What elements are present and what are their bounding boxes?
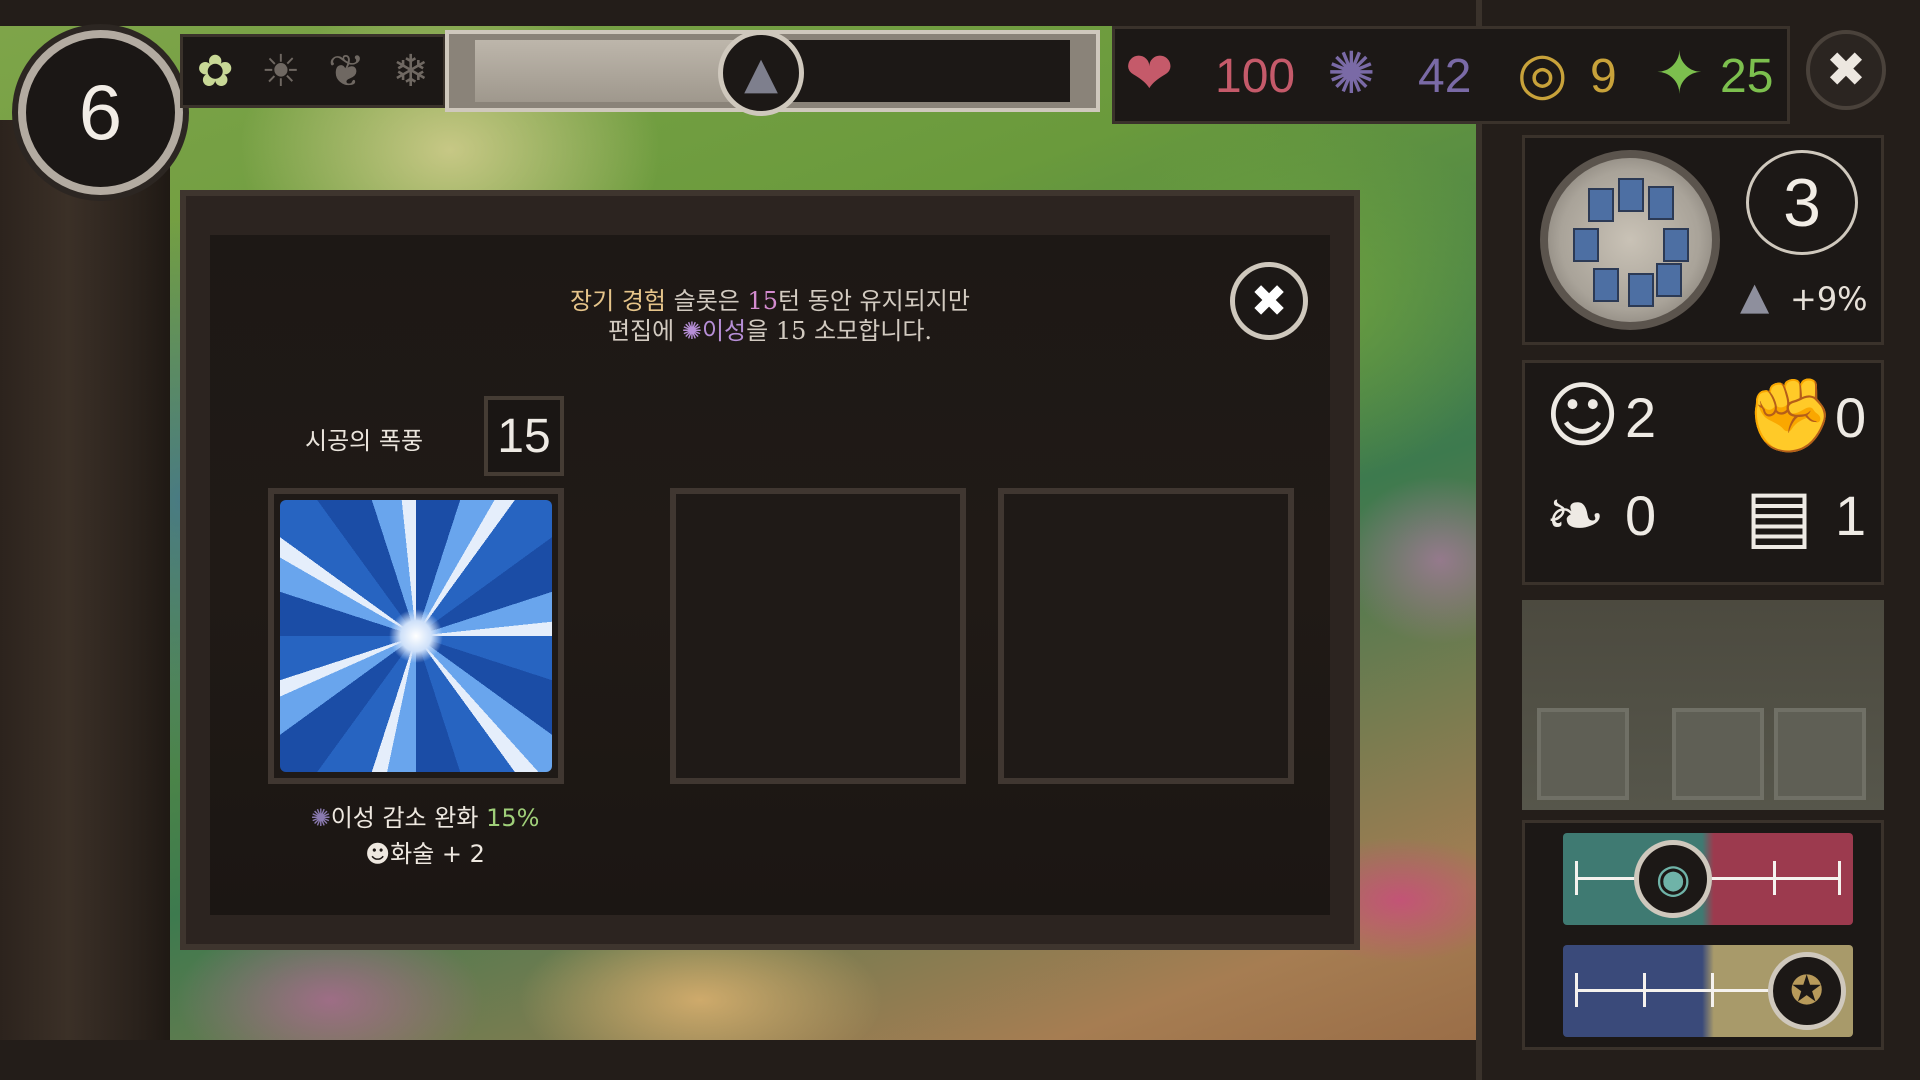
track-tick xyxy=(1773,861,1776,895)
winter-icon: ❄ xyxy=(392,45,430,97)
equipment-panel xyxy=(1522,600,1884,810)
equipment-slot[interactable] xyxy=(1774,708,1866,800)
close-icon[interactable]: ✖ xyxy=(1230,262,1308,340)
dialog-description: 장기 경험 슬롯은 15턴 동안 유지되지만 편집에 ✺이성을 15 소모합니다… xyxy=(470,286,1070,346)
map-card xyxy=(1656,263,1682,297)
effect-value: 15% xyxy=(486,804,540,832)
strength-skill-value: 0 xyxy=(1835,386,1867,449)
speaking-head-icon: ☻ xyxy=(365,840,391,868)
map-card xyxy=(1628,273,1654,307)
track-tick xyxy=(1575,861,1578,895)
stats-bar: ❤ 100 ✺ 42 ◎ 9 ✦ 25 xyxy=(1112,26,1790,124)
description-line-2: 편집에 ✺이성을 15 소모합니다. xyxy=(470,316,1070,346)
knowledge-skill-value: 1 xyxy=(1835,484,1867,547)
slot-count-box: 15 xyxy=(484,396,564,476)
map-card xyxy=(1618,178,1644,212)
season-bar: ✿ ☀ ❦ ❄ xyxy=(180,34,446,108)
brain-icon: ✺ xyxy=(310,804,331,832)
skills-panel: ☺ 2 ✊ 0 ❧ 0 ▤ 1 xyxy=(1522,360,1884,585)
description-line-1: 장기 경험 슬롯은 15턴 동안 유지되지만 xyxy=(470,286,1070,316)
gold-value: 9 xyxy=(1590,50,1617,103)
bonus-percent: +9% xyxy=(1790,280,1868,318)
alignment-panel: ◉ ✪ xyxy=(1522,820,1884,1050)
turn-count: 15 xyxy=(747,287,779,315)
brain-icon: ✺ xyxy=(681,317,702,345)
map-card xyxy=(1588,188,1614,222)
feather-icon: ❧ xyxy=(1545,473,1606,557)
effect-text: 화술 + 2 xyxy=(390,840,485,868)
description-text: 편집에 xyxy=(607,317,682,345)
track-tick xyxy=(1575,973,1578,1007)
alignment-track: ◉ xyxy=(1563,833,1853,925)
equipment-slot[interactable] xyxy=(1537,708,1629,800)
level-value: 3 xyxy=(1783,164,1821,241)
slot-label: 시공의 폭풍 xyxy=(305,427,424,455)
autumn-icon: ❦ xyxy=(328,45,365,97)
alignment-track: ✪ xyxy=(1563,945,1853,1037)
map-card xyxy=(1648,186,1674,220)
sanity-value: 42 xyxy=(1418,50,1472,103)
slot-count-value: 15 xyxy=(497,409,551,463)
hood-icon: ▲ xyxy=(718,30,804,116)
eye-icon[interactable]: ◉ xyxy=(1634,840,1713,918)
card-effect-1: ✺이성 감소 완화 15% xyxy=(290,798,560,833)
day-counter-badge: 6 xyxy=(18,30,183,195)
map-card xyxy=(1663,228,1689,262)
speech-skill-value: 2 xyxy=(1625,386,1657,449)
track-tick xyxy=(1838,861,1841,895)
speaking-head-icon: ☺ xyxy=(1545,373,1621,457)
hood-icon: ▲ xyxy=(1740,274,1770,318)
heart-icon: ❤ xyxy=(1125,39,1174,107)
track-tick xyxy=(1643,973,1646,1007)
main-close-glyph: ✖ xyxy=(1825,42,1867,98)
spring-icon: ✿ xyxy=(196,45,234,97)
storm-vortex-card-image[interactable] xyxy=(280,500,552,772)
day-counter-value: 6 xyxy=(78,68,123,156)
sanity-term: 이성 xyxy=(701,317,747,345)
experience-card-slot-3[interactable] xyxy=(998,488,1294,784)
level-badge: 3 xyxy=(1746,150,1858,255)
tree-trunk xyxy=(0,120,170,1080)
book-icon: ▤ xyxy=(1745,473,1814,557)
equipment-slot[interactable] xyxy=(1672,708,1764,800)
track-tick xyxy=(1711,973,1714,1007)
food-value: 25 xyxy=(1720,50,1774,103)
description-text: 턴 동안 유지되지만 xyxy=(778,287,970,315)
summer-icon: ☀ xyxy=(261,45,301,97)
lute-icon[interactable]: ✪ xyxy=(1767,952,1846,1030)
map-card xyxy=(1593,268,1619,302)
brain-icon: ✺ xyxy=(1327,39,1376,107)
long-term-experience-term: 장기 경험 xyxy=(570,287,666,315)
time-progress-fill xyxy=(475,40,743,102)
health-value: 100 xyxy=(1215,50,1296,103)
description-text: 을 15 소모합니다. xyxy=(746,317,933,345)
map-card xyxy=(1573,228,1599,262)
dialog-close-glyph: ✖ xyxy=(1250,275,1288,327)
description-text: 슬롯은 xyxy=(666,287,748,315)
ring-icon: ◎ xyxy=(1517,39,1568,107)
card-effect-2: ☻화술 + 2 xyxy=(290,834,560,869)
close-icon[interactable]: ✖ xyxy=(1806,30,1886,110)
effect-text: 이성 감소 완화 xyxy=(330,804,487,832)
experience-card-slot-2[interactable] xyxy=(670,488,966,784)
nature-skill-value: 0 xyxy=(1625,484,1657,547)
fist-icon: ✊ xyxy=(1745,373,1835,457)
map-badge[interactable] xyxy=(1540,150,1720,330)
leaf-icon: ✦ xyxy=(1655,39,1704,107)
